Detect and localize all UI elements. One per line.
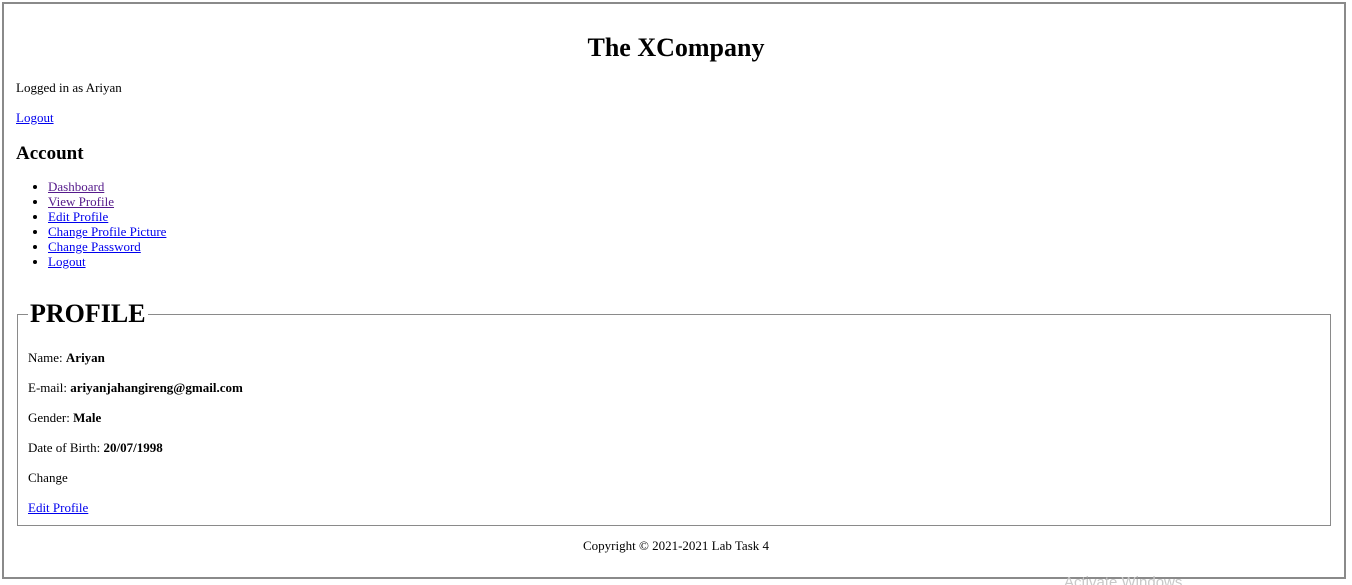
footer-copyright: Copyright © 2021-2021 Lab Task 4 xyxy=(582,538,770,553)
dashboard-link[interactable]: Dashboard xyxy=(48,179,104,194)
activate-windows-watermark: Activate Windows xyxy=(1064,575,1183,585)
profile-edit-link[interactable]: Edit Profile xyxy=(28,500,88,516)
change-password-link[interactable]: Change Password xyxy=(48,239,141,254)
account-menu: Dashboard View Profile Edit Profile Chan… xyxy=(8,179,166,269)
logged-in-status: Logged in as Ariyan xyxy=(16,80,122,95)
dob-value: 20/07/1998 xyxy=(103,440,163,455)
name-value: Ariyan xyxy=(65,350,105,365)
change-profile-picture-link[interactable]: Change Profile Picture xyxy=(48,224,166,239)
profile-fieldset: PROFILE xyxy=(17,300,1331,526)
profile-legend: PROFILE xyxy=(30,299,146,328)
menu-item-view-profile: View Profile xyxy=(48,194,166,209)
gender-label: Gender: xyxy=(28,410,70,425)
edit-profile-link[interactable]: Edit Profile xyxy=(48,209,108,224)
menu-item-change-picture: Change Profile Picture xyxy=(48,224,166,239)
menu-logout-link[interactable]: Logout xyxy=(48,254,86,269)
page-title: The XCompany xyxy=(587,33,765,62)
menu-item-edit-profile: Edit Profile xyxy=(48,209,166,224)
name-label: Name: xyxy=(28,350,63,365)
dob-label: Date of Birth: xyxy=(28,440,101,455)
profile-gender-row: Gender: Male xyxy=(28,410,101,426)
email-label: E-mail: xyxy=(28,380,67,395)
profile-email-row: E-mail: ariyanjahangireng@gmail.com xyxy=(28,380,243,396)
menu-item-change-password: Change Password xyxy=(48,239,166,254)
account-heading: Account xyxy=(16,143,84,164)
menu-item-logout: Logout xyxy=(48,254,166,269)
view-profile-link[interactable]: View Profile xyxy=(48,194,114,209)
profile-name-row: Name: Ariyan xyxy=(28,350,105,366)
change-text: Change xyxy=(28,470,68,485)
gender-value: Male xyxy=(73,410,102,425)
profile-dob-row: Date of Birth: 20/07/1998 xyxy=(28,440,163,456)
logout-link[interactable]: Logout xyxy=(16,110,54,126)
email-value: ariyanjahangireng@gmail.com xyxy=(70,380,243,395)
menu-item-dashboard: Dashboard xyxy=(48,179,166,194)
